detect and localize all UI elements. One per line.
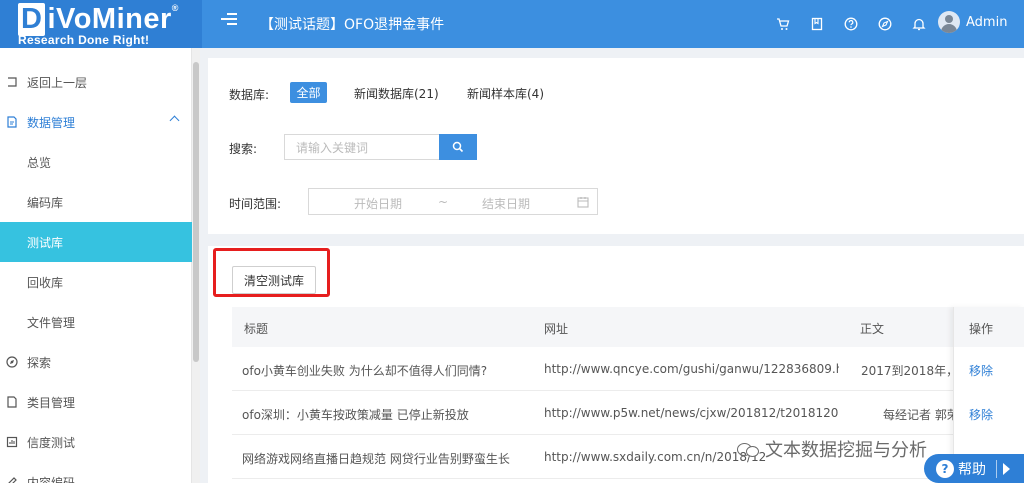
- explore-icon: [6, 356, 18, 368]
- column-body: 正文: [860, 322, 885, 336]
- table-row: ofo深圳：小黄车按政策减量 已停止新投放 http://www.p5w.net…: [232, 391, 1024, 435]
- reliability-icon: [6, 436, 18, 448]
- highlight-annotation: [213, 248, 330, 297]
- bookmark-icon[interactable]: [800, 14, 834, 34]
- compass-icon[interactable]: [868, 14, 902, 34]
- filter-panel: 数据库: 全部 新闻数据库(21) 新闻样本库(4) 搜索: 请输入关键词 时间…: [208, 58, 1024, 234]
- search-button[interactable]: [439, 134, 477, 160]
- start-date-input[interactable]: 开始日期: [354, 195, 402, 212]
- category-icon: [6, 396, 18, 408]
- menu-toggle-icon[interactable]: [221, 13, 237, 27]
- sidebar-item-data-management[interactable]: 数据管理: [0, 102, 192, 142]
- search-input[interactable]: 请输入关键词: [284, 134, 439, 160]
- back-icon: [6, 76, 18, 88]
- db-option-news-db[interactable]: 新闻数据库(21): [354, 85, 439, 102]
- sidebar-item-content-coding[interactable]: 内容编码: [0, 462, 192, 483]
- sidebar-item-overview[interactable]: 总览: [0, 142, 192, 182]
- date-range-label: 时间范围:: [229, 197, 282, 211]
- column-title: 标题: [244, 322, 269, 336]
- search-label: 搜索:: [229, 142, 258, 156]
- search-icon: [452, 141, 464, 153]
- help-icon[interactable]: [834, 14, 868, 34]
- play-icon: [1003, 462, 1010, 475]
- sidebar-item-reliability[interactable]: 信度测试: [0, 422, 192, 462]
- table-row: ofo小黄车创业失败 为什么却不值得人们同情? http://www.qncye…: [232, 347, 1024, 391]
- database-label: 数据库:: [229, 88, 270, 102]
- sidebar-item-codebook[interactable]: 编码库: [0, 182, 192, 222]
- column-url: 网址: [544, 322, 569, 336]
- watermark: 文本数据挖掘与分析: [737, 436, 927, 462]
- page-title: 【测试话题】OFO退押金事件: [260, 17, 445, 33]
- sidebar-scrollbar-thumb[interactable]: [193, 62, 199, 362]
- brand-name: DiVoMiner®: [18, 3, 179, 36]
- remove-link[interactable]: 移除: [969, 362, 993, 379]
- remove-link[interactable]: 移除: [969, 406, 993, 423]
- db-option-all[interactable]: 全部: [290, 82, 327, 103]
- user-name: Admin: [966, 14, 1008, 30]
- avatar: [938, 11, 960, 33]
- column-actions: 操作: [969, 322, 994, 336]
- help-button[interactable]: ? 帮助: [924, 454, 1024, 483]
- row-title[interactable]: ofo深圳：小黄车按政策减量 已停止新投放: [242, 406, 469, 423]
- sidebar: 返回上一层 数据管理 总览 编码库 测试库 回收库 文件管理 探索 类目管理 信…: [0, 48, 192, 483]
- sidebar-item-file-management[interactable]: 文件管理: [0, 302, 192, 342]
- header-toolbar: [766, 14, 936, 34]
- row-title[interactable]: 网络游戏网络直播日趋规范 网贷行业告别野蛮生长: [242, 450, 510, 467]
- calendar-icon: [577, 197, 589, 208]
- row-url: http://www.p5w.net/news/cjxw/201812/t201…: [544, 406, 839, 420]
- table-header: 标题 网址 正文: [232, 307, 1024, 347]
- sidebar-item-test-library[interactable]: 测试库: [0, 222, 192, 262]
- db-option-news-sample[interactable]: 新闻样本库(4): [467, 85, 544, 102]
- date-range-picker[interactable]: 开始日期 ~ 结束日期: [308, 188, 598, 215]
- row-url: http://www.qncye.com/gushi/ganwu/1228368…: [544, 362, 839, 376]
- sidebar-item-explore[interactable]: 探索: [0, 342, 192, 382]
- question-icon: ?: [936, 459, 954, 478]
- wechat-icon: [737, 441, 759, 457]
- user-menu[interactable]: Admin: [938, 11, 1007, 33]
- end-date-input[interactable]: 结束日期: [482, 195, 530, 212]
- document-icon: [6, 116, 18, 128]
- sidebar-item-category[interactable]: 类目管理: [0, 382, 192, 422]
- row-title[interactable]: ofo小黄车创业失败 为什么却不值得人们同情?: [242, 362, 487, 379]
- edit-icon: [6, 476, 18, 483]
- date-separator: ~: [438, 195, 449, 209]
- chevron-up-icon: [169, 115, 180, 126]
- sidebar-item-back[interactable]: 返回上一层: [0, 62, 192, 102]
- cart-icon[interactable]: [766, 14, 800, 34]
- bell-icon[interactable]: [902, 14, 936, 34]
- brand-logo[interactable]: DiVoMiner® Research Done Right!: [0, 0, 202, 48]
- sidebar-item-recycle[interactable]: 回收库: [0, 262, 192, 302]
- brand-tagline: Research Done Right!: [18, 33, 150, 47]
